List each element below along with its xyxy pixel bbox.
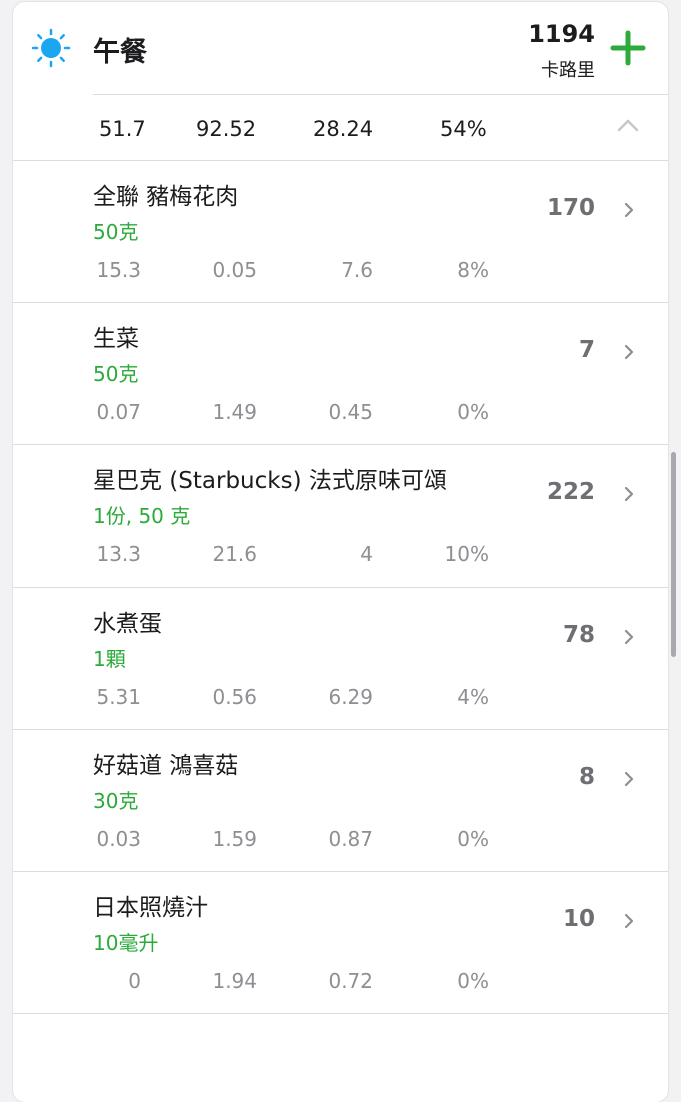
food-protein: 0.03 [96, 827, 141, 851]
food-carbs: 1.49 [212, 400, 257, 424]
food-name: 全聯 豬梅花肉 [93, 184, 239, 210]
meal-title: 午餐 [93, 37, 147, 68]
chevron-right-icon [624, 913, 634, 929]
food-row[interactable] [13, 1013, 668, 1102]
calorie-unit-label: 卡路里 [541, 60, 595, 81]
food-name: 日本照燒汁 [93, 895, 208, 921]
chevron-right-icon [624, 344, 634, 360]
meal-nutrient-summary: 51.7 92.52 28.24 54% [13, 95, 668, 161]
food-carbs: 1.94 [212, 969, 257, 993]
chevron-right-icon [624, 629, 634, 645]
summary-fat: 28.24 [313, 117, 374, 141]
food-row[interactable]: 水煮蛋 1顆 5.31 0.56 6.29 4% 78 [13, 587, 668, 730]
food-carbs: 1.59 [212, 827, 257, 851]
food-calories: 222 [546, 479, 595, 505]
food-name: 星巴克 (Starbucks) 法式原味可頌 [93, 468, 447, 494]
food-name: 生菜 [93, 326, 139, 352]
food-row[interactable]: 全聯 豬梅花肉 50克 15.3 0.05 7.6 8% 170 [13, 160, 668, 303]
food-carbs: 0.05 [212, 258, 257, 282]
food-fat: 4 [360, 542, 373, 566]
food-percent: 8% [457, 258, 489, 282]
food-name: 水煮蛋 [93, 611, 162, 637]
food-row[interactable]: 星巴克 (Starbucks) 法式原味可頌 1份, 50 克 13.3 21.… [13, 444, 668, 587]
meal-total-calories: 1194 [528, 20, 595, 48]
food-amount: 50克 [93, 362, 139, 386]
food-percent: 0% [457, 400, 489, 424]
food-fat: 0.87 [328, 827, 373, 851]
food-fat: 6.29 [328, 685, 373, 709]
chevron-up-icon[interactable] [617, 117, 639, 133]
food-percent: 10% [444, 542, 489, 566]
scrollbar[interactable] [671, 452, 676, 657]
food-fat: 0.45 [328, 400, 373, 424]
food-percent: 0% [457, 969, 489, 993]
food-calories: 170 [546, 195, 595, 221]
food-percent: 0% [457, 827, 489, 851]
food-protein: 0.07 [96, 400, 141, 424]
food-calories: 78 [562, 622, 595, 648]
food-amount: 1份, 50 克 [93, 504, 191, 528]
food-carbs: 0.56 [212, 685, 257, 709]
food-percent: 4% [457, 685, 489, 709]
food-protein: 5.31 [96, 685, 141, 709]
food-protein: 13.3 [96, 542, 141, 566]
plus-icon[interactable] [610, 30, 646, 66]
summary-protein: 51.7 [99, 117, 146, 141]
food-amount: 30克 [93, 789, 139, 813]
chevron-right-icon [624, 202, 634, 218]
summary-percent: 54% [440, 117, 487, 141]
sun-icon [31, 28, 71, 68]
food-calories: 10 [562, 906, 595, 932]
food-row[interactable]: 好菇道 鴻喜菇 30克 0.03 1.59 0.87 0% 8 [13, 729, 668, 872]
food-carbs: 21.6 [212, 542, 257, 566]
food-fat: 0.72 [328, 969, 373, 993]
food-row[interactable]: 生菜 50克 0.07 1.49 0.45 0% 7 [13, 302, 668, 445]
food-name: 好菇道 鴻喜菇 [93, 753, 239, 779]
food-protein: 15.3 [96, 258, 141, 282]
meal-card: 午餐 1194 卡路里 51.7 92.52 28.24 54% 全聯 豬梅花肉… [13, 2, 668, 1102]
summary-carbs: 92.52 [196, 117, 257, 141]
meal-header: 午餐 1194 卡路里 [13, 2, 668, 94]
food-calories: 8 [578, 764, 595, 790]
food-amount: 1顆 [93, 647, 126, 671]
food-amount: 10毫升 [93, 931, 159, 955]
food-fat: 7.6 [341, 258, 373, 282]
food-calories: 7 [578, 337, 595, 363]
chevron-right-icon [624, 486, 634, 502]
food-protein: 0 [128, 969, 141, 993]
food-amount: 50克 [93, 220, 139, 244]
chevron-right-icon [624, 771, 634, 787]
food-row[interactable]: 日本照燒汁 10毫升 0 1.94 0.72 0% 10 [13, 871, 668, 1014]
